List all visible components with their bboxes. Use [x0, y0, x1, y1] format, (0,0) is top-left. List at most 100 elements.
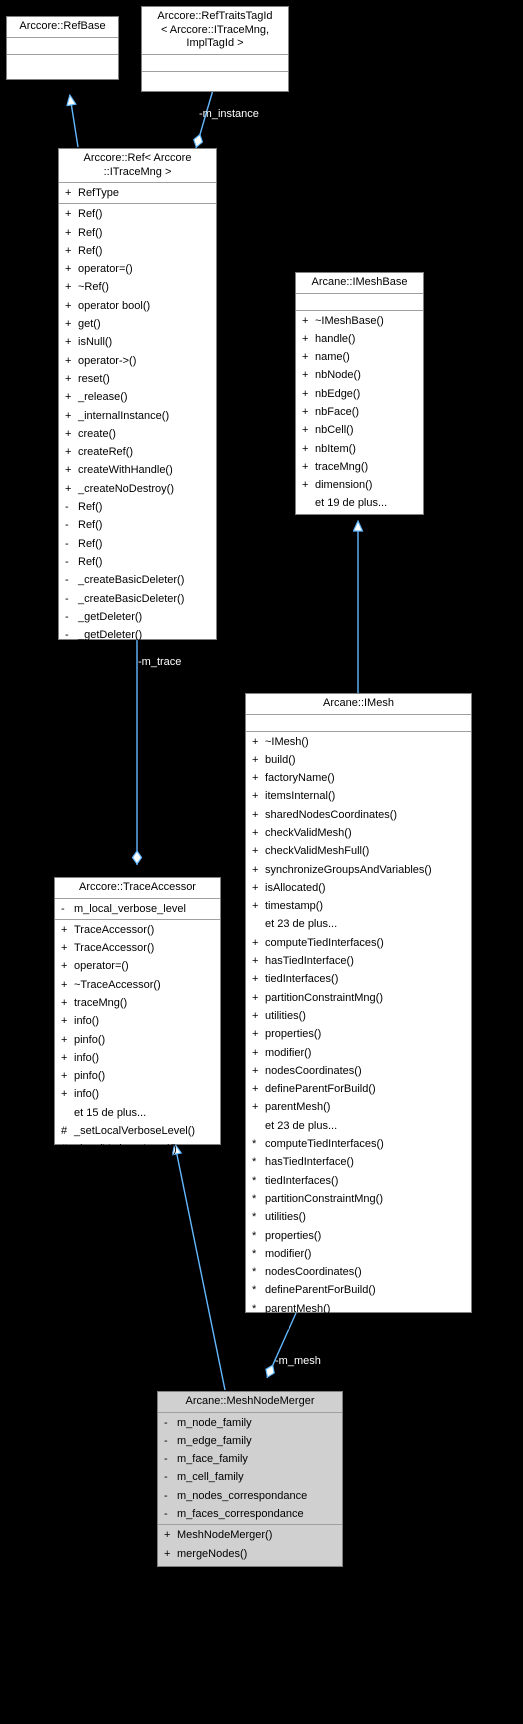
visibility-marker: * [252, 1247, 257, 1260]
class-member-row: + TraceAccessor() [55, 939, 220, 957]
member-name: MeshNodeMerger() [177, 1529, 273, 1542]
class-member-row: - Ref() [59, 535, 216, 553]
class-node-imesh[interactable]: Arcane::IMesh + ~IMesh() + build() + factoryN… [245, 693, 472, 1333]
class-node-imeshbase[interactable]: Arcane::IMeshBase + ~IMeshBase() + handle()… [295, 272, 424, 515]
class-node-reftraits[interactable]: Arccore::RefTraitsTagId < Arccore::ITrac… [141, 6, 289, 92]
member-name: operator=() [74, 960, 129, 973]
class-member-more-row: et 23 de plus... [246, 1117, 471, 1135]
visibility-marker: + [164, 1529, 171, 1542]
class-member-row: * nodesCoordinates() [246, 1263, 471, 1281]
member-name: tiedInterfaces() [265, 973, 339, 986]
class-member-row: - m_local_verbose_level [55, 900, 220, 918]
class-member-row: + _release() [59, 388, 216, 406]
class-member-row: + factoryName() [246, 769, 471, 787]
class-member-row: + properties() [246, 1025, 471, 1043]
visibility-marker: + [61, 923, 68, 936]
member-name: tiedInterfaces() [265, 1174, 339, 1187]
member-name: pinfo() [74, 1033, 106, 1046]
visibility-marker: + [252, 1028, 259, 1041]
visibility-marker: + [61, 1088, 68, 1101]
member-name: nbNode() [315, 369, 361, 382]
edge-inheritance-refbase-ref [70, 96, 79, 148]
class-title-imesh: Arcane::IMesh [246, 694, 471, 715]
visibility-marker: - [164, 1489, 168, 1502]
visibility-marker: + [65, 263, 72, 276]
member-name: nbEdge() [315, 387, 361, 400]
member-name: parentMesh() [265, 1302, 331, 1315]
class-member-row: + checkValidMeshFull() [246, 842, 471, 860]
visibility-marker: + [302, 405, 309, 418]
class-member-row: * tiedInterfaces() [246, 1172, 471, 1190]
class-member-row: + info() [55, 1049, 220, 1067]
member-name: Ref() [78, 519, 103, 532]
visibility-marker: + [252, 973, 259, 986]
member-name: nbFace() [315, 405, 360, 418]
operations-compartment-imeshbase: + ~IMeshBase() + handle() + name() + nbNode() + n… [296, 311, 423, 514]
member-name: operator=() [78, 263, 133, 276]
class-member-row: + nodesCoordinates() [246, 1062, 471, 1080]
member-name: mergeNodes() [177, 1547, 248, 1560]
class-member-row: + modifier() [246, 1044, 471, 1062]
visibility-marker: + [65, 464, 72, 477]
member-name: _setLocalVerboseLevel() [74, 1125, 196, 1138]
member-name: create() [78, 427, 116, 440]
class-member-row: + Ref() [59, 205, 216, 223]
member-name: ~IMeshBase() [315, 314, 384, 327]
operations-compartment-traceaccessor: + TraceAccessor() + TraceAccessor() + operato… [55, 920, 220, 1160]
visibility-marker: + [65, 409, 72, 422]
member-name: nbCell() [315, 424, 354, 437]
member-name: synchronizeGroupsAndVariables() [265, 863, 432, 876]
class-node-traceaccessor[interactable]: Arccore::TraceAccessor - m_local_verbose_… [54, 877, 221, 1155]
class-node-ref[interactable]: Arccore::Ref< Arccore ::ITraceMng > + Ref… [58, 148, 217, 641]
visibility-marker: + [252, 1064, 259, 1077]
class-member-row: + hasTiedInterface() [246, 952, 471, 970]
operations-compartment-meshnodemerger: + MeshNodeMerger() + mergeNodes() [158, 1525, 342, 1564]
visibility-marker: + [252, 808, 259, 821]
class-member-row: + partitionConstraintMng() [246, 989, 471, 1007]
visibility-marker: * [252, 1229, 257, 1242]
class-member-row: + ~IMeshBase() [296, 312, 423, 330]
visibility-marker: * [252, 1211, 257, 1224]
visibility-marker: + [252, 900, 259, 913]
member-name: _internalInstance() [78, 409, 170, 422]
member-name: utilities() [265, 1009, 306, 1022]
visibility-marker: + [65, 482, 72, 495]
member-name: properties() [265, 1229, 322, 1242]
member-name: traceMng() [74, 996, 128, 1009]
class-member-row: * partitionConstraintMng() [246, 1190, 471, 1208]
member-name: dimension() [315, 479, 373, 492]
class-member-row: + Ref() [59, 224, 216, 242]
class-member-row: + tiedInterfaces() [246, 970, 471, 988]
visibility-marker: + [252, 1046, 259, 1059]
class-node-meshnodemerger[interactable]: Arcane::MeshNodeMerger - m_node_family - m_… [157, 1391, 343, 1567]
class-member-row: + nbEdge() [296, 385, 423, 403]
visibility-marker: + [65, 208, 72, 221]
member-name: checkValidMeshFull() [265, 845, 370, 858]
class-member-row: + sharedNodesCoordinates() [246, 806, 471, 824]
member-name: Ref() [78, 208, 103, 221]
visibility-marker: + [252, 1101, 259, 1114]
visibility-marker: + [65, 299, 72, 312]
visibility-marker: + [302, 387, 309, 400]
class-member-row: - m_faces_correspondance [158, 1505, 342, 1523]
class-node-refbase[interactable]: Arccore::RefBase [6, 16, 119, 80]
visibility-marker: - [65, 592, 69, 605]
class-member-row: + _createNoDestroy() [59, 480, 216, 498]
member-name: handle() [315, 332, 356, 345]
visibility-marker: * [252, 1302, 257, 1315]
member-name: _getDeleter() [78, 610, 143, 623]
member-name: isAllocated() [265, 881, 326, 894]
class-title-meshnodemerger: Arcane::MeshNodeMerger [158, 1392, 342, 1413]
member-name: nodesCoordinates() [265, 1266, 362, 1279]
member-name: reset() [78, 372, 110, 385]
class-member-more-row: et 15 de plus... [55, 1104, 220, 1122]
member-name: pinfo() [74, 1070, 106, 1083]
operations-compartment-reftraits [142, 72, 288, 88]
visibility-marker: + [65, 226, 72, 239]
class-member-row: + traceMng() [296, 458, 423, 476]
visibility-marker: * [252, 1192, 257, 1205]
visibility-marker: + [302, 460, 309, 473]
class-member-row: * parentMesh() [246, 1300, 471, 1318]
member-name: _localVerboseLevel() [74, 1143, 177, 1156]
member-name: _createBasicDeleter() [78, 574, 185, 587]
